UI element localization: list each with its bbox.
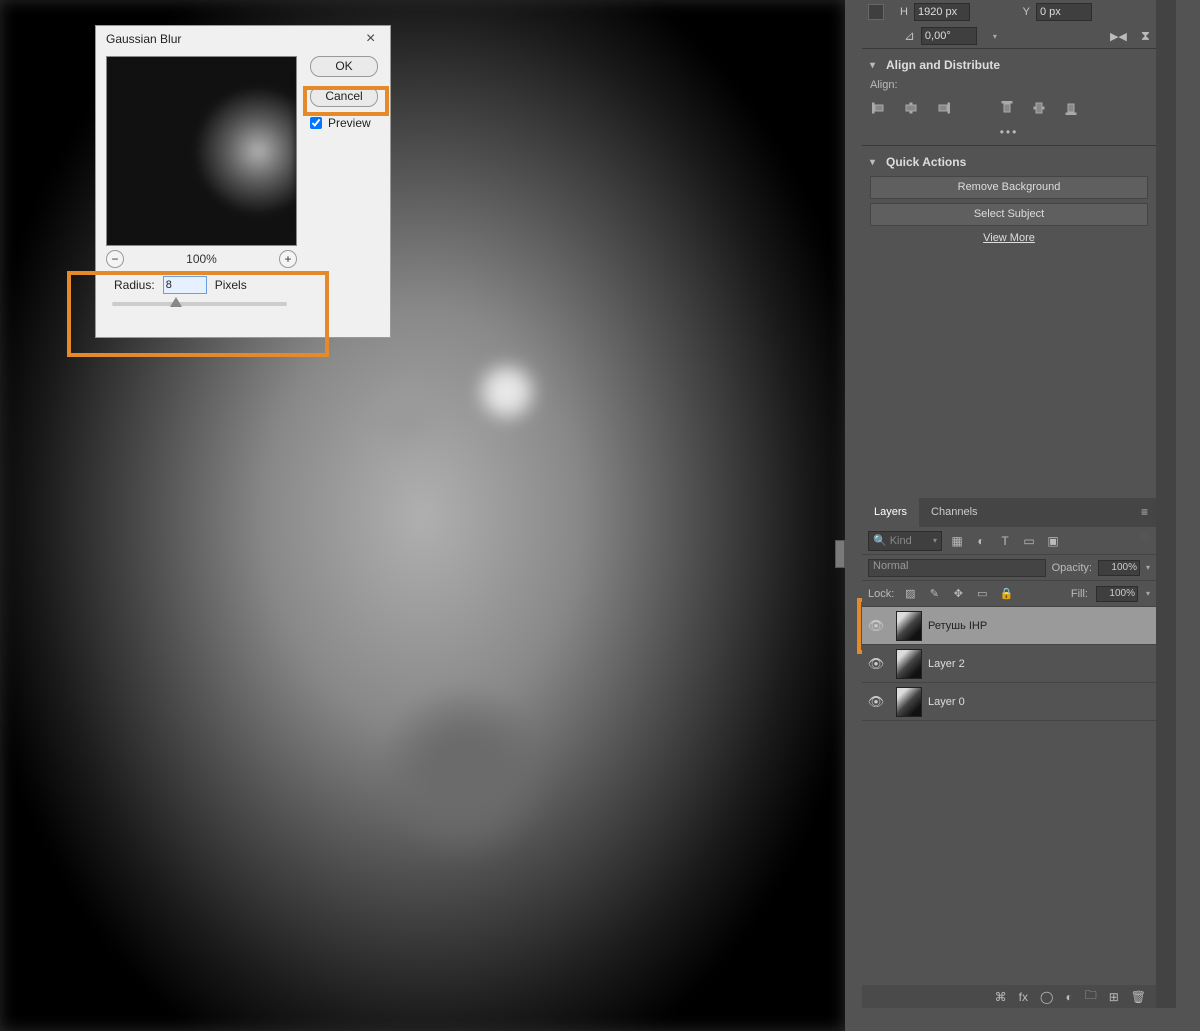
visibility-icon[interactable]: 👁 <box>862 656 890 672</box>
dialog-titlebar[interactable]: Gaussian Blur × <box>96 26 390 52</box>
height-input[interactable] <box>914 3 970 21</box>
blend-mode-select[interactable]: Normal <box>868 559 1046 577</box>
panel-menu-icon[interactable]: ≡ <box>1133 498 1156 527</box>
layers-list: 👁 Ретушь IHP 👁 Layer 2 👁 Layer 0 <box>862 607 1156 721</box>
more-options-icon[interactable]: ••• <box>870 125 1148 139</box>
radius-label: Radius: <box>114 278 155 292</box>
tab-channels[interactable]: Channels <box>919 498 989 527</box>
align-top-icon[interactable] <box>998 99 1016 117</box>
blur-preview[interactable] <box>106 56 297 246</box>
filter-adjust-icon[interactable]: ◐ <box>972 532 990 550</box>
remove-background-button[interactable]: Remove Background <box>870 176 1148 199</box>
align-label: Align: <box>870 79 1148 91</box>
layer-row[interactable]: 👁 Layer 0 <box>862 683 1156 721</box>
group-icon[interactable]: 🗀 <box>1085 986 1097 1007</box>
lock-all-icon[interactable]: 🔒 <box>998 586 1014 602</box>
filter-toggle-icon[interactable] <box>1140 532 1150 542</box>
radius-input[interactable] <box>163 276 207 294</box>
align-center-v-icon[interactable] <box>1030 99 1048 117</box>
scrollbar-vertical[interactable] <box>835 540 845 568</box>
new-layer-icon[interactable]: ⊞ <box>1109 990 1119 1004</box>
view-more-link[interactable]: View More <box>870 232 1148 244</box>
zoom-level: 100% <box>186 252 217 266</box>
delete-layer-icon[interactable]: 🗑 <box>1131 990 1146 1004</box>
visibility-icon[interactable]: 👁 <box>862 618 890 634</box>
filter-smart-icon[interactable]: ▣ <box>1044 532 1062 550</box>
y-input[interactable] <box>1036 3 1092 21</box>
filter-shape-icon[interactable]: ▭ <box>1020 532 1038 550</box>
radius-unit: Pixels <box>215 278 247 292</box>
search-icon: 🔍 <box>873 534 887 547</box>
layer-thumbnail[interactable] <box>896 649 922 679</box>
filter-kind-select[interactable]: 🔍 Kind ▾ <box>868 531 942 551</box>
adjustment-icon[interactable]: ◐ <box>1065 990 1072 1004</box>
opacity-label: Opacity: <box>1052 562 1092 574</box>
layer-thumbnail[interactable] <box>896 611 922 641</box>
layer-name: Layer 2 <box>928 658 965 670</box>
panel-edge <box>1156 0 1176 1008</box>
align-right-icon[interactable] <box>934 99 952 117</box>
align-center-h-icon[interactable] <box>902 99 920 117</box>
lock-pixels-icon[interactable]: ✎ <box>926 586 942 602</box>
angle-icon: ⊿ <box>904 28 915 44</box>
link-layers-icon[interactable]: ⌘ <box>995 990 1007 1004</box>
preview-checkbox[interactable]: Preview <box>310 116 382 130</box>
lock-artboard-icon[interactable]: ▭ <box>974 586 990 602</box>
zoom-out-icon[interactable]: − <box>106 250 124 268</box>
filter-pixel-icon[interactable]: ▦ <box>948 532 966 550</box>
mask-icon[interactable]: ◯ <box>1040 990 1053 1004</box>
angle-input[interactable] <box>921 27 977 45</box>
y-label: Y <box>1016 6 1030 18</box>
cancel-button[interactable]: Cancel <box>310 86 378 107</box>
close-icon[interactable]: × <box>366 26 380 52</box>
align-left-icon[interactable] <box>870 99 888 117</box>
chevron-down-icon[interactable]: ▾ <box>870 157 880 168</box>
preview-image <box>107 57 296 245</box>
select-subject-button[interactable]: Select Subject <box>870 203 1148 226</box>
opacity-dropdown-icon[interactable]: ▾ <box>1146 563 1150 572</box>
fill-input[interactable] <box>1096 586 1138 602</box>
angle-dropdown-icon[interactable]: ▾ <box>993 32 997 41</box>
right-panels: H Y ⊿ ▾ ▶◀ ⧗ ▾ Align and Distribute Alig… <box>862 0 1156 1008</box>
layer-row[interactable]: 👁 Ретушь IHP <box>862 607 1156 645</box>
flip-horizontal-icon[interactable]: ▶◀ <box>1110 30 1127 43</box>
zoom-in-icon[interactable]: + <box>279 250 297 268</box>
align-section-title: Align and Distribute <box>886 58 1000 72</box>
opacity-input[interactable] <box>1098 560 1140 576</box>
flip-vertical-icon[interactable]: ⧗ <box>1141 28 1150 44</box>
lock-transparency-icon[interactable]: ▨ <box>902 586 918 602</box>
lock-position-icon[interactable]: ✥ <box>950 586 966 602</box>
chevron-down-icon[interactable]: ▾ <box>870 60 880 71</box>
layers-footer: ⌘ fx ◯ ◐ 🗀 ⊞ 🗑 <box>862 985 1156 1008</box>
radius-slider[interactable] <box>112 302 287 306</box>
height-label: H <box>894 6 908 18</box>
fill-dropdown-icon[interactable]: ▾ <box>1146 589 1150 598</box>
lock-label: Lock: <box>868 588 894 600</box>
layer-name: Layer 0 <box>928 696 965 708</box>
fx-icon[interactable]: fx <box>1019 990 1028 1004</box>
layer-name: Ретушь IHP <box>928 620 987 632</box>
visibility-icon[interactable]: 👁 <box>862 694 890 710</box>
layers-tabs: Layers Channels ≡ <box>862 498 1156 527</box>
gaussian-blur-dialog: Gaussian Blur × − 100% + OK Cancel Previ… <box>95 25 391 338</box>
layer-row[interactable]: 👁 Layer 2 <box>862 645 1156 683</box>
align-bottom-icon[interactable] <box>1062 99 1080 117</box>
filter-type-icon[interactable]: T <box>996 532 1014 550</box>
ok-button[interactable]: OK <box>310 56 378 77</box>
dialog-title: Gaussian Blur <box>106 26 181 52</box>
link-dimensions-icon[interactable] <box>868 4 884 20</box>
tab-layers[interactable]: Layers <box>862 498 919 527</box>
preview-checkbox-input[interactable] <box>310 117 322 129</box>
fill-label: Fill: <box>1071 588 1088 600</box>
layer-thumbnail[interactable] <box>896 687 922 717</box>
slider-thumb[interactable] <box>170 297 182 307</box>
quick-actions-title: Quick Actions <box>886 155 966 169</box>
